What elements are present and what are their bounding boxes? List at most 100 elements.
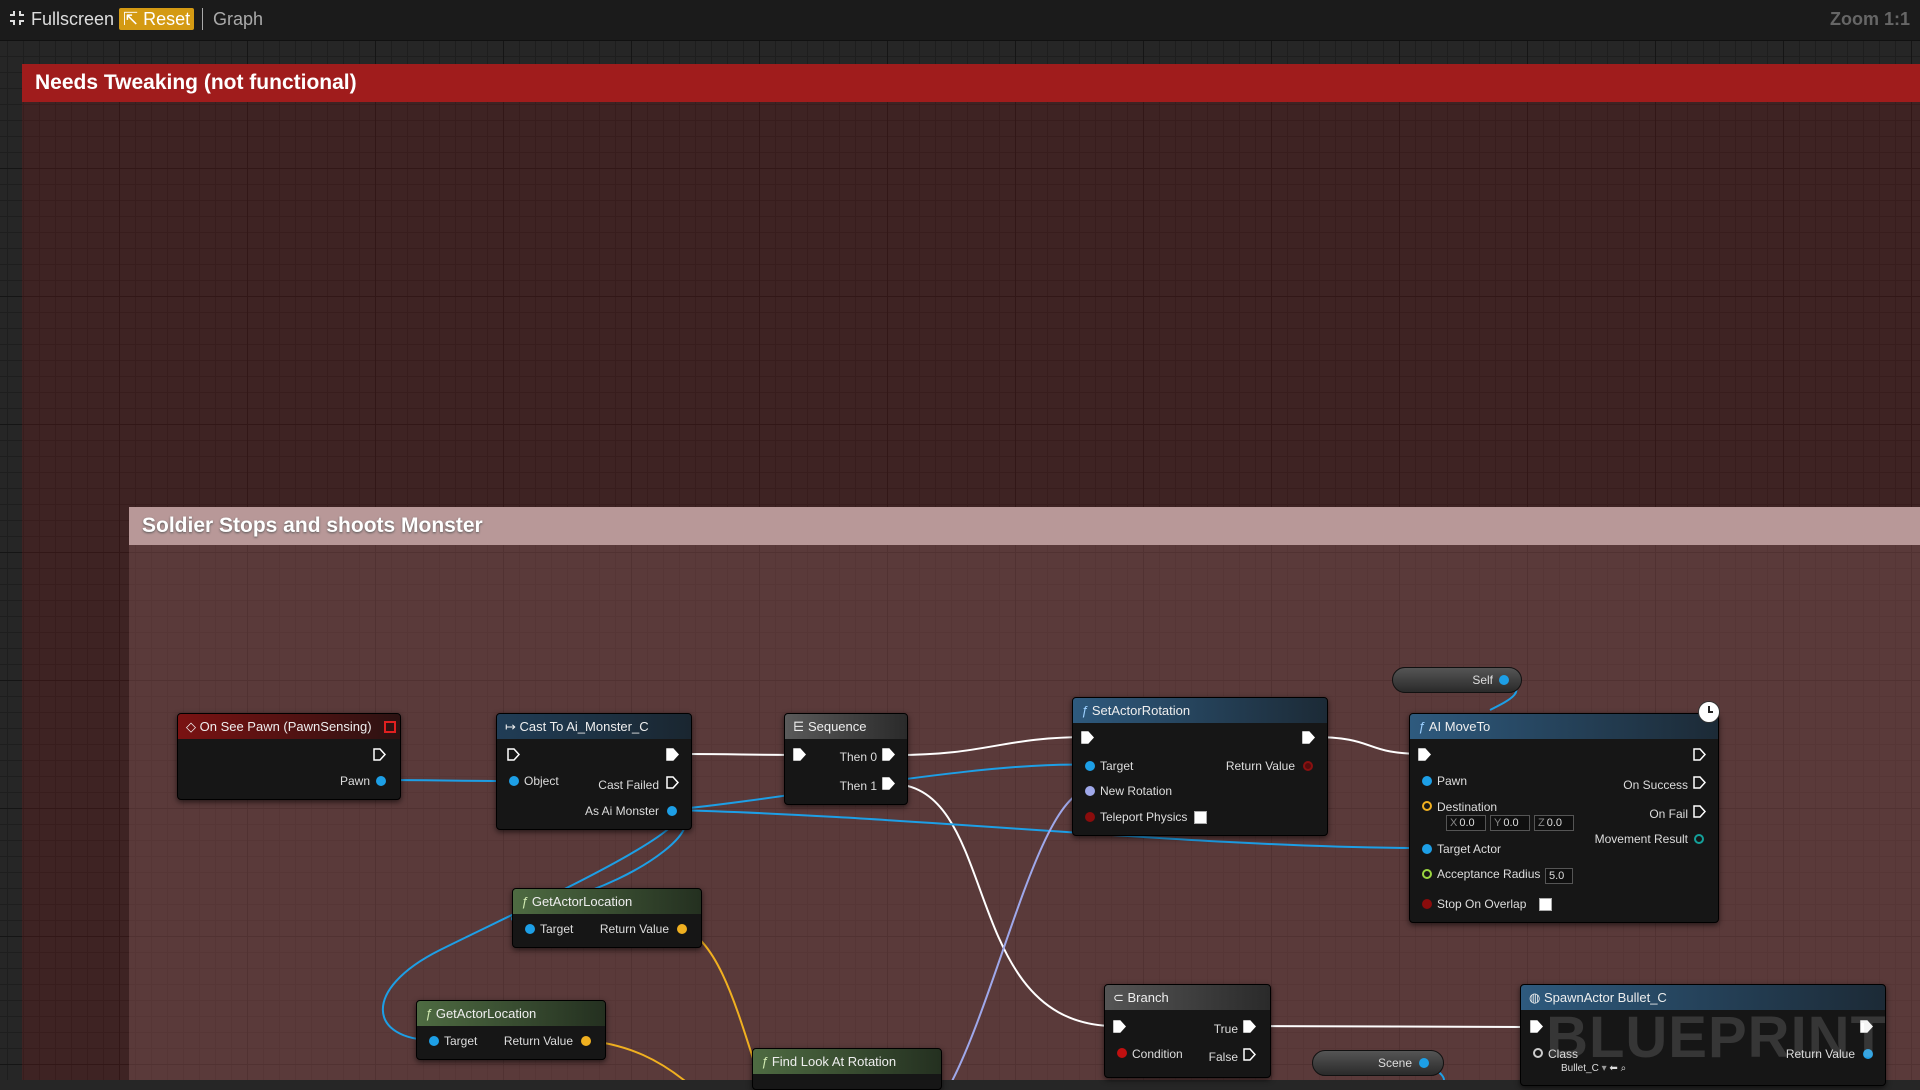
true-pin[interactable] xyxy=(1243,1020,1256,1033)
on-success-pin[interactable] xyxy=(1693,776,1706,789)
node-title-text: Branch xyxy=(1127,990,1169,1005)
false-pin[interactable] xyxy=(1243,1048,1256,1061)
return-value-pin[interactable] xyxy=(581,1036,591,1046)
pin-label: Target xyxy=(444,1034,478,1048)
destination-z-field[interactable]: Z 0.0 xyxy=(1534,815,1574,831)
exec-out-pin[interactable] xyxy=(1693,748,1706,761)
node-title-text: AI MoveTo xyxy=(1428,719,1491,734)
node-get-actor-location[interactable]: ƒ GetActorLocation Target Return Value xyxy=(512,888,702,948)
return-value-pin[interactable] xyxy=(1303,761,1313,771)
pawn-pin[interactable] xyxy=(376,776,386,786)
exec-in-pin[interactable] xyxy=(1081,731,1094,744)
node-sequence[interactable]: ⋿ Sequence Then 0 Then 1 xyxy=(784,713,908,805)
as-ai-monster-pin[interactable] xyxy=(667,806,677,816)
function-icon: ƒ xyxy=(1418,719,1429,734)
wire-exec xyxy=(684,753,801,756)
node-cast-to-ai-monster[interactable]: ↦ Cast To Ai_Monster_C Object Cast Faile… xyxy=(496,713,692,830)
node-spawn-actor-bullet[interactable]: ◍ SpawnActor Bullet_C Class Return Value… xyxy=(1520,984,1886,1086)
axis-x-icon: X xyxy=(1450,817,1458,829)
then0-pin[interactable] xyxy=(882,748,895,761)
fullscreen-icon[interactable] xyxy=(9,10,25,26)
node-set-actor-rotation[interactable]: ƒ SetActorRotation Target Return Value N… xyxy=(1072,697,1328,836)
movement-result-pin[interactable] xyxy=(1694,834,1704,844)
destination-y-field[interactable]: Y 0.0 xyxy=(1490,815,1530,831)
wire-object xyxy=(384,779,514,782)
node-title-text: GetActorLocation xyxy=(531,894,633,909)
teleport-physics-pin[interactable] xyxy=(1085,812,1095,822)
exec-in-pin[interactable] xyxy=(1113,1020,1126,1033)
node-find-look-at-rotation[interactable]: ƒ Find Look At Rotation xyxy=(752,1048,942,1090)
node-title: ↦ Cast To Ai_Monster_C xyxy=(497,714,691,739)
pin-label: Then 0 xyxy=(839,750,877,764)
node-title: ƒ SetActorRotation xyxy=(1073,698,1327,723)
pin-label: Teleport Physics xyxy=(1100,810,1188,824)
node-scene[interactable]: Scene xyxy=(1312,1050,1444,1076)
blueprint-watermark: BLUEPRINT xyxy=(1546,1005,1886,1070)
pin-label: Movement Result xyxy=(1594,832,1688,846)
node-title: ⊂ Branch xyxy=(1105,985,1270,1010)
node-title-text: SetActorRotation xyxy=(1091,703,1191,718)
return-value-pin[interactable] xyxy=(677,924,687,934)
node-ai-move-to[interactable]: ƒ AI MoveTo Pawn On Success Destination … xyxy=(1409,701,1720,923)
then1-pin[interactable] xyxy=(882,777,895,790)
acceptance-radius-field[interactable]: 5.0 xyxy=(1545,868,1573,884)
pin-label: Stop On Overlap xyxy=(1437,897,1527,911)
target-pin[interactable] xyxy=(1085,761,1095,771)
exec-out-pin[interactable] xyxy=(666,748,679,761)
wire-exec xyxy=(1251,1025,1538,1028)
exec-in-pin[interactable] xyxy=(507,748,520,761)
exec-in-pin[interactable] xyxy=(1530,1020,1543,1033)
function-icon: ƒ xyxy=(521,894,532,909)
acceptance-radius-pin[interactable] xyxy=(1422,869,1432,879)
zoom-level: Zoom 1:1 xyxy=(1829,9,1910,29)
node-on-see-pawn[interactable]: ◇ On See Pawn (PawnSensing) Pawn xyxy=(177,713,401,800)
wire-exec xyxy=(894,736,1091,756)
pin-label: Return Value xyxy=(1225,759,1295,773)
node-title: ◇ On See Pawn (PawnSensing) xyxy=(178,714,400,739)
node-branch[interactable]: ⊂ Branch True Condition False xyxy=(1104,984,1271,1078)
exec-out-pin[interactable] xyxy=(1302,731,1315,744)
node-title: ⋿ Sequence xyxy=(785,714,907,739)
destination-x-field[interactable]: X 0.0 xyxy=(1446,815,1486,831)
node-title-text: GetActorLocation xyxy=(435,1006,537,1021)
scene-pin[interactable] xyxy=(1419,1058,1429,1068)
node-title-text: Cast To Ai_Monster_C xyxy=(519,719,649,734)
pin-label: Object xyxy=(524,774,559,788)
pin-label: Pawn xyxy=(1437,774,1468,788)
exec-in-pin[interactable] xyxy=(793,748,806,761)
node-get-actor-location[interactable]: ƒ GetActorLocation Target Return Value xyxy=(416,1000,606,1060)
condition-pin[interactable] xyxy=(1117,1048,1127,1058)
exec-in-pin[interactable] xyxy=(1418,748,1431,761)
pin-label: Target xyxy=(540,922,574,936)
pawn-pin[interactable] xyxy=(1422,776,1432,786)
spawn-icon: ◍ xyxy=(1529,990,1544,1005)
pin-label: As Ai Monster xyxy=(584,804,659,818)
node-title: ƒ Find Look At Rotation xyxy=(753,1049,941,1074)
reset-button[interactable]: ⇱ Reset xyxy=(119,8,195,30)
pin-label: Target Actor xyxy=(1437,842,1502,856)
class-pin[interactable] xyxy=(1533,1048,1543,1058)
scene-label: Scene xyxy=(1377,1056,1412,1070)
object-pin[interactable] xyxy=(509,776,519,786)
self-pin[interactable] xyxy=(1499,675,1509,685)
cast-failed-pin[interactable] xyxy=(666,776,679,789)
target-pin[interactable] xyxy=(429,1036,439,1046)
on-fail-pin[interactable] xyxy=(1693,805,1706,818)
target-pin[interactable] xyxy=(525,924,535,934)
stop-on-overlap-pin[interactable] xyxy=(1422,899,1432,909)
new-rotation-pin[interactable] xyxy=(1085,786,1095,796)
teleport-physics-checkbox[interactable] xyxy=(1194,811,1207,824)
wire-exec xyxy=(1310,736,1426,755)
destination-pin[interactable] xyxy=(1422,801,1432,811)
graph-tab[interactable]: Graph xyxy=(213,8,263,30)
node-self[interactable]: Self xyxy=(1392,667,1522,693)
event-icon: ◇ xyxy=(186,719,200,734)
destination-x-value: 0.0 xyxy=(1459,817,1475,829)
fullscreen-button[interactable]: Fullscreen xyxy=(31,8,114,30)
axis-y-icon: Y xyxy=(1494,817,1502,829)
stop-on-overlap-checkbox[interactable] xyxy=(1539,898,1552,911)
exec-out-pin[interactable] xyxy=(373,748,386,761)
target-actor-pin[interactable] xyxy=(1422,844,1432,854)
node-title-text: On See Pawn (PawnSensing) xyxy=(199,719,372,734)
function-icon: ƒ xyxy=(761,1054,772,1069)
